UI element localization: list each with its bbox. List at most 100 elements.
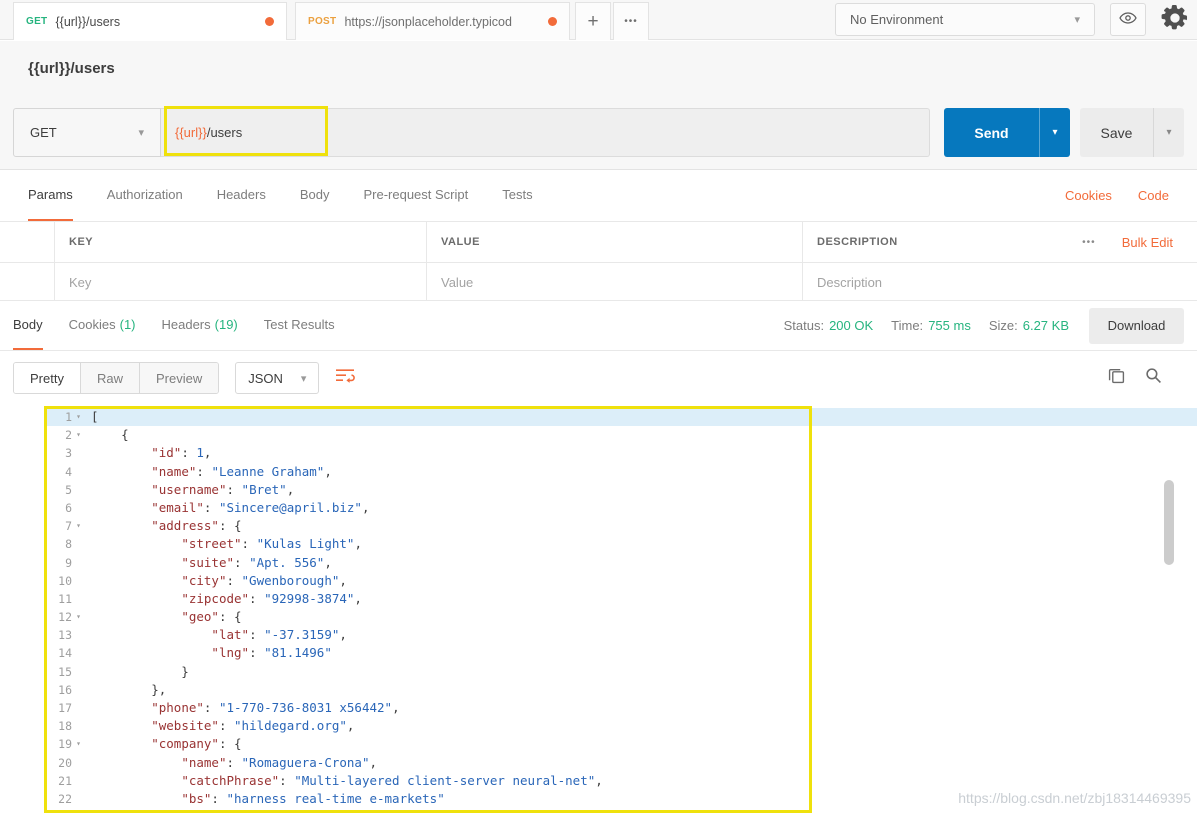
response-meta-bar: Body Cookies (1) Headers (19) Test Resul… xyxy=(0,301,1197,351)
chevron-down-icon: ▾ xyxy=(1074,14,1080,26)
param-key-input[interactable] xyxy=(69,275,426,290)
code-line: 15 } xyxy=(45,663,1197,681)
tab-method-get: GET xyxy=(26,16,48,27)
line-number-with-fold-caret[interactable]: 2 ▾ xyxy=(45,426,85,444)
save-label[interactable]: Save xyxy=(1080,108,1154,157)
tab-params[interactable]: Params xyxy=(28,170,73,221)
line-number: 16 xyxy=(58,682,72,697)
new-tab-button[interactable]: + xyxy=(575,2,611,40)
request-builder: GET ▾ {{url}}/users Send ▾ Save ▾ xyxy=(0,95,1197,170)
tab-headers[interactable]: Headers xyxy=(217,170,266,221)
line-number-with-fold-caret[interactable]: 7 ▾ xyxy=(45,517,85,535)
code-line: 2 ▾ { xyxy=(45,426,1197,444)
line-number: 20 xyxy=(58,755,72,770)
tab-pre-request-script[interactable]: Pre-request Script xyxy=(363,170,468,221)
response-tab-test-results[interactable]: Test Results xyxy=(264,301,335,350)
response-body-viewer[interactable]: 1 ▾[2 ▾ {3 "id": 1, 4 "name": "Leanne Graha… xyxy=(45,405,1197,816)
params-more-options-icon[interactable]: ••• xyxy=(1082,237,1096,248)
response-tab-headers[interactable]: Headers (19) xyxy=(162,301,238,350)
code-line: 5 "username": "Bret", xyxy=(45,481,1197,499)
code-line-content: "city": "Gwenborough", xyxy=(181,572,347,588)
wrap-lines-button[interactable] xyxy=(335,368,356,388)
settings-button[interactable] xyxy=(1155,4,1195,37)
code-line-content: "geo": { xyxy=(181,609,242,625)
save-button[interactable]: Save ▾ xyxy=(1080,108,1184,157)
url-path: /users xyxy=(206,125,243,140)
download-button[interactable]: Download xyxy=(1089,307,1184,344)
method-dropdown[interactable]: GET ▾ xyxy=(13,108,161,157)
response-view-toolbar: Pretty Raw Preview JSON ▾ xyxy=(0,351,1197,405)
line-number-with-fold-caret[interactable]: 19 ▾ xyxy=(45,735,85,753)
tab-options-button[interactable]: ••• xyxy=(613,2,649,40)
fold-caret-icon[interactable]: ▾ xyxy=(72,408,85,426)
column-header-key: KEY xyxy=(69,236,94,248)
code-line-content: "id": 1, xyxy=(151,445,212,461)
bulk-edit-link[interactable]: Bulk Edit xyxy=(1122,235,1173,250)
environment-quick-look-button[interactable] xyxy=(1110,3,1146,36)
view-pretty-button[interactable]: Pretty xyxy=(14,363,80,393)
request-name: {{url}}/users xyxy=(28,59,115,77)
environment-selector[interactable]: No Environment ▾ xyxy=(835,3,1095,36)
response-language-dropdown[interactable]: JSON ▾ xyxy=(235,362,320,394)
chevron-down-icon: ▾ xyxy=(138,127,144,139)
code-line-content: "phone": "1-770-736-8031 x56442", xyxy=(151,700,400,715)
code-line: 20 "name": "Romaguera-Crona", xyxy=(45,754,1197,772)
tab-tests[interactable]: Tests xyxy=(502,170,532,221)
param-checkbox-cell[interactable] xyxy=(0,263,55,302)
view-raw-button[interactable]: Raw xyxy=(79,363,139,393)
params-header-row: KEY VALUE DESCRIPTION ••• Bulk Edit xyxy=(0,222,1197,262)
response-tab-headers-label: Headers xyxy=(161,317,211,332)
url-input[interactable]: {{url}}/users xyxy=(161,108,930,157)
column-header-value: VALUE xyxy=(441,236,480,248)
fold-caret-icon[interactable]: ▾ xyxy=(72,426,85,444)
code-line-content: } xyxy=(91,663,189,679)
tab-body[interactable]: Body xyxy=(300,170,330,221)
response-stats: Status: 200 OK Time: 755 ms Size: 6.27 K… xyxy=(766,301,1069,350)
param-select-column xyxy=(0,222,55,262)
code-line-content: { xyxy=(91,427,129,443)
send-options-caret-icon[interactable]: ▾ xyxy=(1040,108,1070,157)
code-line: 3 "id": 1, xyxy=(45,444,1197,462)
fold-caret-icon[interactable]: ▾ xyxy=(72,735,85,753)
cookies-count-badge: (1) xyxy=(119,317,136,332)
code-line-content: "name": "Leanne Graham", xyxy=(151,463,332,479)
scrollbar-thumb[interactable] xyxy=(1164,480,1174,565)
fold-caret-icon[interactable]: ▾ xyxy=(72,517,85,535)
line-number: 5 xyxy=(65,482,72,497)
view-preview-button[interactable]: Preview xyxy=(138,363,219,393)
tab-authorization[interactable]: Authorization xyxy=(107,170,183,221)
wrap-lines-icon xyxy=(335,368,356,388)
line-number: 4 xyxy=(65,464,72,479)
line-number: 21 xyxy=(58,773,72,788)
tab-title: https://jsonplaceholder.typicod xyxy=(344,14,512,29)
code-line: 11 "zipcode": "92998-3874", xyxy=(45,590,1197,608)
code-line-content: "company": { xyxy=(151,736,242,752)
request-tab-active[interactable]: GET {{url}}/users xyxy=(13,2,287,40)
code-link[interactable]: Code xyxy=(1138,188,1169,203)
param-description-input[interactable] xyxy=(817,275,1173,290)
line-number-with-fold-caret[interactable]: 12 ▾ xyxy=(45,608,85,626)
cookies-link[interactable]: Cookies xyxy=(1065,188,1112,203)
param-value-input[interactable] xyxy=(441,275,802,290)
language-label: JSON xyxy=(248,370,283,386)
line-number: 11 xyxy=(58,591,72,606)
search-response-button[interactable] xyxy=(1145,367,1162,389)
time-label: Time: xyxy=(891,318,924,333)
code-line-content: "email": "Sincere@april.biz", xyxy=(151,499,370,515)
url-variable: {{url}} xyxy=(175,125,207,140)
request-tab-2[interactable]: POST https://jsonplaceholder.typicod xyxy=(295,2,570,40)
response-tab-body[interactable]: Body xyxy=(13,301,43,350)
code-line-content: "name": "Romaguera-Crona", xyxy=(181,754,377,770)
send-label[interactable]: Send xyxy=(944,108,1040,157)
save-options-caret-icon[interactable]: ▾ xyxy=(1154,108,1184,157)
send-button[interactable]: Send ▾ xyxy=(944,108,1070,157)
params-table: KEY VALUE DESCRIPTION ••• Bulk Edit xyxy=(0,221,1197,302)
copy-response-button[interactable] xyxy=(1108,367,1125,389)
code-line: 22 "bs": "harness real-time e-markets" xyxy=(45,790,1197,808)
fold-caret-icon[interactable]: ▾ xyxy=(72,608,85,626)
line-number-with-fold-caret[interactable]: 1 ▾ xyxy=(45,408,85,426)
response-tab-cookies[interactable]: Cookies (1) xyxy=(69,301,136,350)
line-number: 8 xyxy=(65,537,72,552)
code-line: 9 "suite": "Apt. 556", xyxy=(45,554,1197,572)
search-icon xyxy=(1145,367,1162,389)
